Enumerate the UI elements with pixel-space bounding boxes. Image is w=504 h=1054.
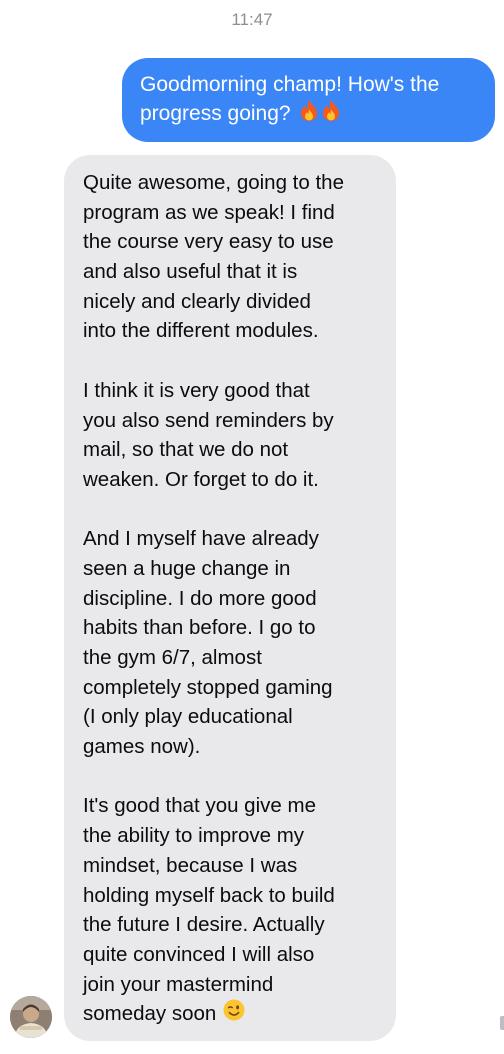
incoming-message-line: and also useful that it is <box>83 260 298 284</box>
incoming-message-line-last: someday soon <box>83 999 396 1029</box>
incoming-message-line: program as we speak! I find <box>83 200 335 224</box>
outgoing-message-line: Goodmorning champ! How's the <box>140 73 440 96</box>
incoming-message-line: habits than before. I go to <box>83 616 316 640</box>
fire-icon <box>299 99 319 130</box>
message-timestamp: 11:47 <box>231 10 273 29</box>
incoming-message-line-text: someday soon <box>83 1002 217 1026</box>
incoming-message-line: Quite awesome, going to the <box>83 171 344 194</box>
outgoing-message-bubble[interactable]: Goodmorning champ! How's the progress go… <box>122 58 495 142</box>
incoming-message-line: I think it is very good that <box>83 378 310 402</box>
incoming-message-line: the course very easy to use <box>83 230 334 254</box>
incoming-message-line: you also send reminders by <box>83 408 334 432</box>
outgoing-message-line-text: progress going? <box>140 102 291 126</box>
incoming-message-line: join your mastermind <box>83 972 274 996</box>
incoming-message-line: nicely and clearly divided <box>83 289 311 313</box>
winking-face-icon <box>223 999 245 1030</box>
incoming-message-line: mail, so that we do not <box>83 438 289 462</box>
fire-icon <box>321 99 341 130</box>
incoming-message-line: the gym 6/7, almost <box>83 646 262 669</box>
scroll-edge-indicator <box>500 1016 504 1030</box>
incoming-message-line: games now). <box>83 735 201 759</box>
incoming-message-line: quite convinced I will also <box>83 942 315 966</box>
outgoing-message-line-last: progress going? <box>140 99 477 130</box>
incoming-message-line: (I only play educational <box>83 705 293 729</box>
incoming-message-line: weaken. Or forget to do it. <box>83 467 319 491</box>
incoming-message-line: the future I desire. Actually <box>83 913 325 937</box>
incoming-message-line: completely stopped gaming <box>83 675 333 699</box>
incoming-message-bubble[interactable]: Quite awesome, going to the program as w… <box>64 155 396 1041</box>
incoming-message-line: the ability to improve my <box>83 824 305 848</box>
incoming-message-line: into the different modules. <box>83 319 319 343</box>
incoming-message-line: discipline. I do more good <box>83 586 317 610</box>
incoming-message-line: seen a huge change in <box>83 556 291 580</box>
incoming-message-line: It's good that you give me <box>83 794 316 818</box>
avatar[interactable] <box>10 996 52 1038</box>
incoming-message-line: holding myself back to build <box>83 883 335 907</box>
incoming-message-line: And I myself have already <box>83 527 319 551</box>
avatar-photo <box>10 996 52 1038</box>
incoming-message-line: mindset, because I was <box>83 853 298 877</box>
